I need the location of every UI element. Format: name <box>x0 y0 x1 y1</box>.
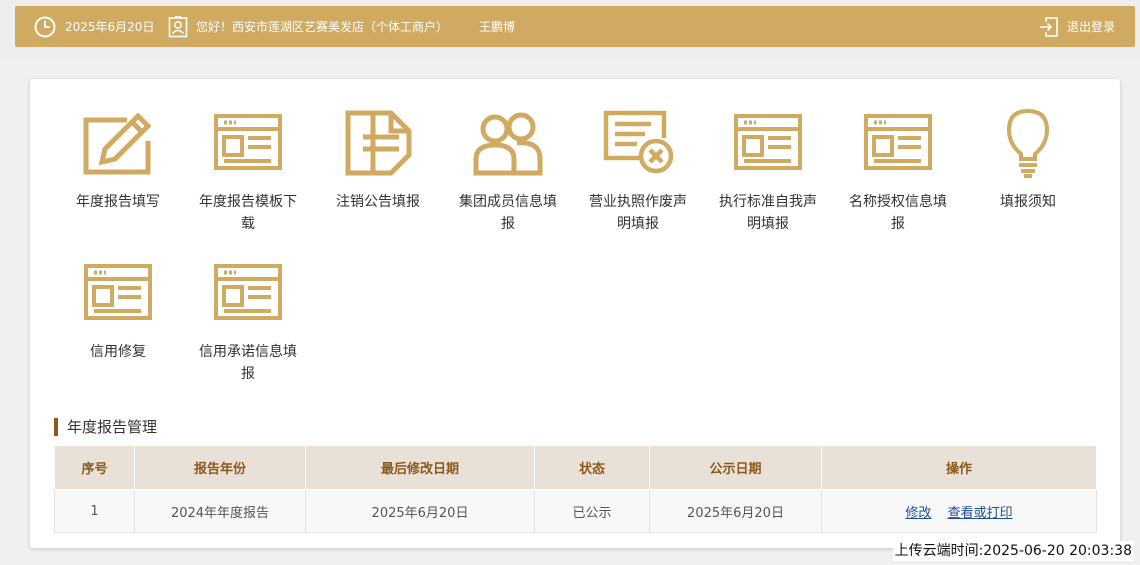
upload-timestamp: 上传云端时间:2025-06-20 20:03:38 <box>892 541 1134 561</box>
logout-icon <box>1039 16 1059 38</box>
table-row: 1 2024年年度报告 2025年6月20日 已公示 2025年6月20日 修改… <box>54 489 1097 533</box>
edit-form-icon <box>81 107 155 179</box>
tile-credit-commitment-info[interactable]: 信用承诺信息填报 <box>188 257 308 385</box>
tile-license-void-statement[interactable]: 营业执照作废声明填报 <box>578 107 698 235</box>
column-header-actions: 操作 <box>821 445 1097 490</box>
tile-label: 年度报告填写 <box>76 194 160 210</box>
username: 王鹏博 <box>479 6 515 47</box>
cell-status: 已公示 <box>534 489 650 533</box>
document-authorization-icon <box>861 107 935 179</box>
group-members-icon <box>471 107 545 179</box>
cell-index: 1 <box>54 489 135 533</box>
view-or-print-link[interactable]: 查看或打印 <box>948 506 1013 521</box>
tile-label: 信用承诺信息填报 <box>199 344 297 382</box>
greeting: 您好！西安市莲湖区艺赛美发店（个体工商户） <box>168 6 448 47</box>
tile-annual-template-download[interactable]: 年度报告模板下载 <box>188 107 308 235</box>
date-text: 2025年6月20日 <box>65 20 155 34</box>
tile-label: 名称授权信息填报 <box>849 194 947 232</box>
document-commitment-icon <box>211 257 285 329</box>
cancel-notice-icon <box>341 107 415 179</box>
username-text: 王鹏博 <box>479 20 516 34</box>
tile-label: 注销公告填报 <box>336 194 420 210</box>
cell-year: 2024年年度报告 <box>134 489 306 533</box>
tile-standard-self-declaration[interactable]: 执行标准自我声明填报 <box>708 107 828 235</box>
lightbulb-icon <box>991 107 1065 179</box>
column-header-year: 报告年份 <box>134 445 306 490</box>
tile-annual-report-fill[interactable]: 年度报告填写 <box>58 107 178 213</box>
tile-group-member-info[interactable]: 集团成员信息填报 <box>448 107 568 235</box>
tile-name-authorization-info[interactable]: 名称授权信息填报 <box>838 107 958 235</box>
greeting-text: 您好！西安市莲湖区艺赛美发店（个体工商户） <box>196 20 449 34</box>
column-header-index: 序号 <box>54 445 135 490</box>
tile-label: 集团成员信息填报 <box>459 194 557 232</box>
section-title: 年度报告管理 <box>54 418 157 436</box>
column-header-status: 状态 <box>534 445 650 490</box>
table-header-row: 序号 报告年份 最后修改日期 状态 公示日期 操作 <box>54 445 1097 490</box>
cell-published: 2025年6月20日 <box>649 489 822 533</box>
cell-actions: 修改 查看或打印 <box>821 489 1097 533</box>
tile-cancellation-notice[interactable]: 注销公告填报 <box>318 107 438 213</box>
document-standard-icon <box>731 107 805 179</box>
tile-label: 执行标准自我声明填报 <box>719 194 817 232</box>
logout-button[interactable]: 退出登录 <box>1039 6 1115 47</box>
top-header-bar: 2025年6月20日 您好！西安市莲湖区艺赛美发店（个体工商户） 王鹏博 退出登… <box>15 6 1135 47</box>
cell-modified: 2025年6月20日 <box>305 489 535 533</box>
tile-label: 年度报告模板下载 <box>199 194 297 232</box>
tile-label: 信用修复 <box>90 344 146 360</box>
tile-label: 填报须知 <box>1000 194 1056 210</box>
tile-label: 营业执照作废声明填报 <box>589 194 687 232</box>
column-header-modified: 最后修改日期 <box>305 445 535 490</box>
column-header-published: 公示日期 <box>649 445 822 490</box>
edit-link[interactable]: 修改 <box>905 506 931 521</box>
document-credit-icon <box>81 257 155 329</box>
license-void-icon <box>601 107 675 179</box>
tile-credit-repair[interactable]: 信用修复 <box>58 257 178 363</box>
clock-icon <box>34 16 56 38</box>
logout-label: 退出登录 <box>1067 20 1116 34</box>
date-display: 2025年6月20日 <box>34 6 154 47</box>
document-template-icon <box>211 107 285 179</box>
tile-filing-instructions[interactable]: 填报须知 <box>968 107 1088 213</box>
annual-report-table: 序号 报告年份 最后修改日期 状态 公示日期 操作 1 2024年年度报告 20… <box>54 445 1097 533</box>
user-card-icon <box>168 15 188 38</box>
